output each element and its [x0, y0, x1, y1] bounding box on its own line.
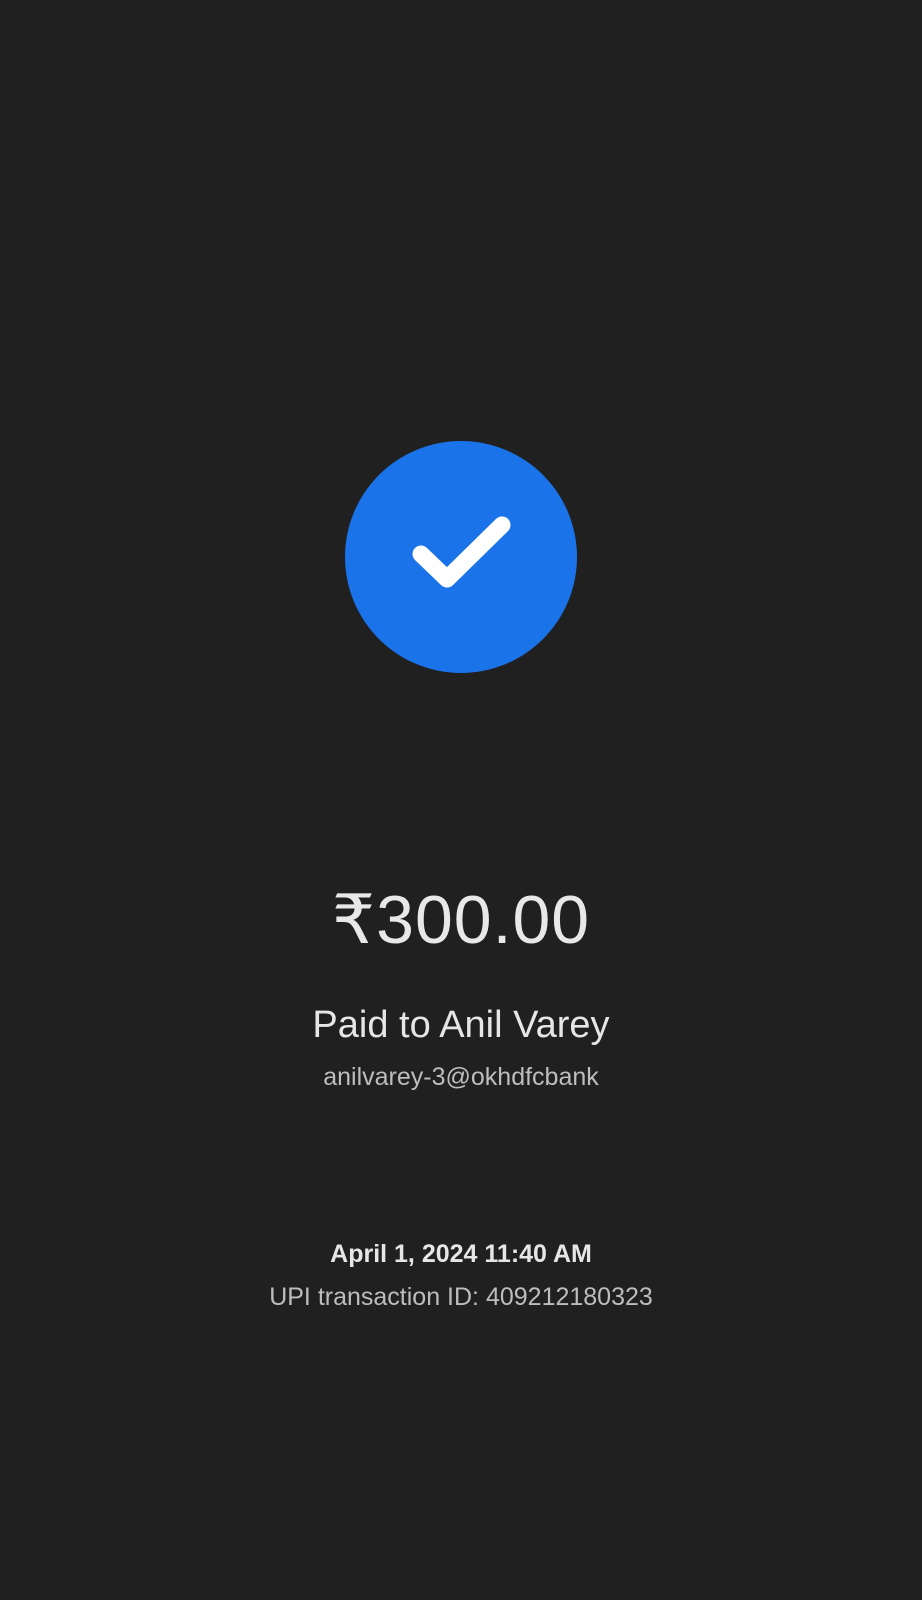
- payee-upi-id: anilvarey-3@okhdfcbank: [323, 1063, 599, 1091]
- transaction-datetime: April 1, 2024 11:40 AM: [330, 1240, 592, 1268]
- payee-name: Paid to Anil Varey: [312, 1004, 610, 1046]
- payment-success-badge: [345, 441, 577, 673]
- transaction-id: UPI transaction ID: 409212180323: [269, 1283, 653, 1311]
- checkmark-icon: [412, 516, 511, 588]
- payment-amount: ₹300.00: [331, 882, 591, 958]
